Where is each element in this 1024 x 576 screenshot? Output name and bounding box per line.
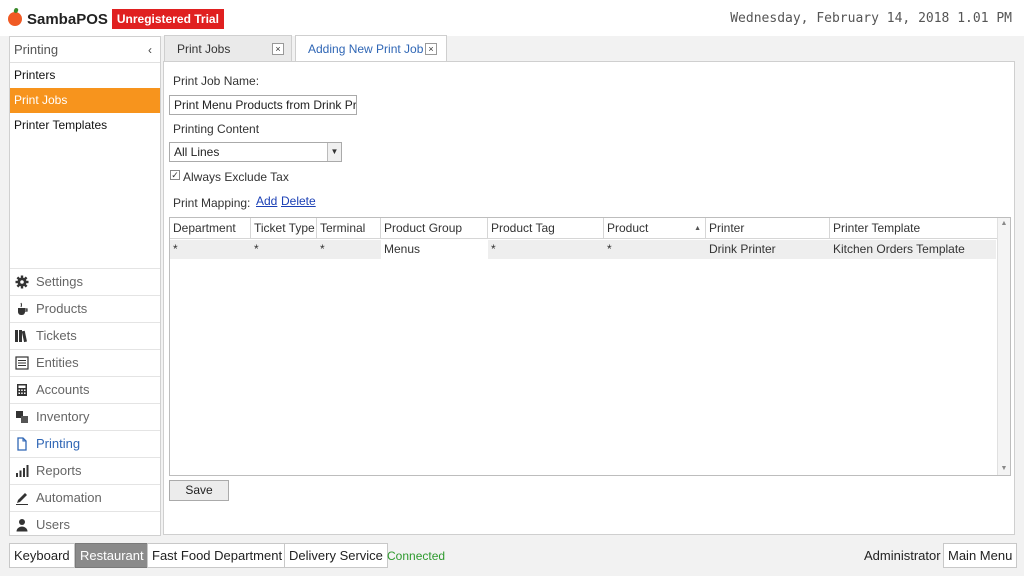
column-header-department[interactable]: Department: [170, 218, 251, 239]
module-label: Settings: [36, 274, 83, 289]
top-bar: SambaPOS Unregistered Trial Wednesday, F…: [0, 0, 1024, 36]
connection-status: Connected: [387, 549, 446, 563]
app-name: SambaPOS: [27, 10, 108, 28]
print-job-name-label: Print Job Name:: [173, 74, 260, 88]
chevron-down-icon: ▼: [327, 143, 341, 161]
department-restaurant-button[interactable]: Restaurant: [75, 543, 149, 568]
cell-ticket-type[interactable]: *: [251, 240, 317, 259]
tab-label: Adding New Print Job: [308, 42, 424, 56]
column-header-printer[interactable]: Printer: [706, 218, 830, 239]
always-exclude-tax-checkbox[interactable]: ✓: [170, 170, 180, 180]
sort-ascending-icon: ▲: [694, 225, 701, 232]
cell-printer-template[interactable]: Kitchen Orders Template: [830, 240, 996, 259]
grid-header: Department Ticket Type Terminal Product …: [170, 218, 998, 239]
module-products[interactable]: Products: [10, 295, 160, 322]
books-icon: [14, 328, 30, 344]
module-label: Tickets: [36, 328, 77, 343]
app-logo: SambaPOS Unregistered Trial: [8, 9, 224, 29]
tomato-logo-icon: [8, 12, 22, 26]
module-entities[interactable]: Entities: [10, 349, 160, 376]
calculator-icon: [14, 382, 30, 398]
module-users[interactable]: Users: [10, 511, 160, 538]
module-label: Printing: [36, 436, 81, 451]
column-header-product[interactable]: Product ▲: [604, 218, 706, 239]
column-header-product-tag[interactable]: Product Tag: [488, 218, 604, 239]
document-icon: [14, 436, 30, 452]
column-header-label: Product: [607, 221, 649, 235]
module-automation[interactable]: Automation: [10, 484, 160, 511]
add-mapping-link[interactable]: Add: [256, 194, 277, 208]
section-title: Printing: [14, 42, 59, 57]
print-mapping-label: Print Mapping:: [173, 196, 251, 210]
cell-product[interactable]: *: [604, 240, 706, 259]
sidebar-item-printers[interactable]: Printers: [10, 63, 160, 88]
gear-icon: [14, 274, 30, 290]
department-delivery-button[interactable]: Delivery Service: [284, 543, 388, 568]
print-job-name-input[interactable]: Print Menu Products from Drink Pr: [169, 95, 357, 115]
coffee-cup-icon: [14, 301, 30, 317]
tab-label: Print Jobs: [177, 42, 231, 56]
printing-content-value: All Lines: [174, 145, 220, 159]
module-label: Entities: [36, 355, 79, 370]
sidebar-item-print-jobs[interactable]: Print Jobs: [10, 88, 160, 113]
inventory-icon: [14, 409, 30, 425]
user-icon: [14, 517, 30, 533]
department-fast-food-button[interactable]: Fast Food Department: [147, 543, 288, 568]
cell-printer[interactable]: Drink Printer: [706, 240, 830, 259]
module-reports[interactable]: Reports: [10, 457, 160, 484]
column-header-terminal[interactable]: Terminal: [317, 218, 381, 239]
column-header-product-group[interactable]: Product Group: [381, 218, 488, 239]
column-header-printer-template[interactable]: Printer Template: [830, 218, 998, 239]
cell-product-group[interactable]: Menus: [381, 240, 488, 259]
keyboard-button[interactable]: Keyboard: [9, 543, 75, 568]
module-printing[interactable]: Printing: [10, 430, 160, 457]
printing-content-label: Printing Content: [173, 122, 260, 136]
module-label: Users: [36, 517, 70, 532]
module-settings[interactable]: Settings: [10, 268, 160, 295]
print-mapping-grid: Department Ticket Type Terminal Product …: [169, 217, 1011, 476]
pen-icon: [14, 490, 30, 506]
module-label: Inventory: [36, 409, 90, 424]
cell-product-tag[interactable]: *: [488, 240, 604, 259]
module-tickets[interactable]: Tickets: [10, 322, 160, 349]
bar-chart-icon: [14, 463, 30, 479]
tab-print-jobs[interactable]: Print Jobs ×: [164, 35, 292, 62]
table-row[interactable]: * * * Menus * * Drink Printer Kitchen Or…: [170, 240, 996, 259]
module-label: Automation: [36, 490, 102, 505]
delete-mapping-link[interactable]: Delete: [281, 194, 316, 208]
tab-adding-new-print-job[interactable]: Adding New Print Job ×: [295, 35, 447, 63]
main-menu-button[interactable]: Main Menu: [943, 543, 1018, 568]
cell-terminal[interactable]: *: [317, 240, 381, 259]
module-label: Reports: [36, 463, 82, 478]
section-header: Printing ‹: [10, 37, 160, 63]
column-header-ticket-type[interactable]: Ticket Type: [251, 218, 317, 239]
list-icon: [14, 355, 30, 371]
scroll-up-icon[interactable]: ▲: [998, 218, 1010, 230]
module-label: Accounts: [36, 382, 90, 397]
grid-scrollbar[interactable]: ▲ ▼: [997, 218, 1010, 475]
save-button[interactable]: Save: [169, 480, 229, 501]
always-exclude-tax-label: Always Exclude Tax: [183, 170, 289, 184]
printing-content-select[interactable]: All Lines ▼: [169, 142, 342, 162]
cell-department[interactable]: *: [170, 240, 251, 259]
scroll-down-icon[interactable]: ▼: [998, 463, 1010, 475]
module-inventory[interactable]: Inventory: [10, 403, 160, 430]
close-icon[interactable]: ×: [272, 43, 284, 55]
editor-panel: Print Job Name: Print Menu Products from…: [163, 61, 1015, 535]
bottom-bar: Keyboard Restaurant Fast Food Department…: [0, 540, 1024, 576]
module-accounts[interactable]: Accounts: [10, 376, 160, 403]
sidebar-item-printer-templates[interactable]: Printer Templates: [10, 113, 160, 138]
left-panel: Printing ‹ Printers Print Jobs Printer T…: [9, 36, 161, 536]
collapse-chevron-icon[interactable]: ‹: [148, 37, 152, 63]
datetime-display: Wednesday, February 14, 2018 1.01 PM: [730, 11, 1012, 26]
trial-badge: Unregistered Trial: [111, 9, 224, 29]
current-user: Administrator: [864, 548, 941, 563]
module-label: Products: [36, 301, 88, 316]
module-list: Settings Products Tickets Entities Accou…: [10, 268, 160, 538]
close-icon[interactable]: ×: [425, 43, 437, 55]
